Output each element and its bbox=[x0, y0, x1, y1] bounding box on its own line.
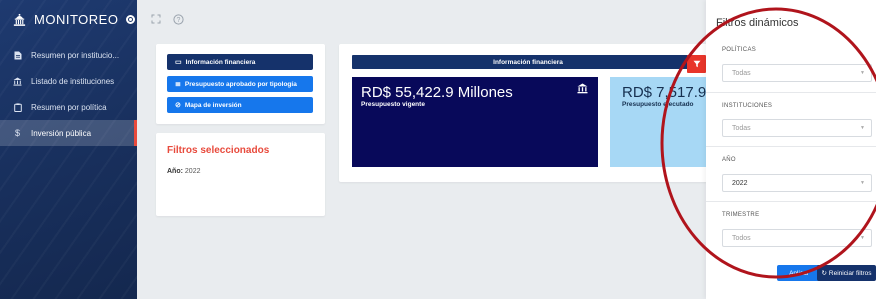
selected-filters-title: Filtros seleccionados bbox=[167, 145, 270, 156]
bank-icon bbox=[577, 83, 588, 97]
kpi-ejecutado-label: Presupuesto ejecutado bbox=[622, 101, 694, 108]
svg-text:?: ? bbox=[177, 17, 181, 24]
anio-value: 2022 bbox=[732, 179, 748, 187]
presupuesto-tipologia-label: Presupuesto aprobado por tipología bbox=[184, 80, 297, 88]
document-icon bbox=[13, 51, 22, 60]
divider bbox=[706, 92, 876, 93]
capitol-icon bbox=[13, 13, 26, 26]
selected-filter-year: Año: 2022 bbox=[167, 168, 200, 175]
instituciones-value: Todas bbox=[732, 124, 751, 132]
trimestre-value: Todos bbox=[732, 234, 751, 242]
clipboard-icon bbox=[13, 102, 22, 112]
reset-filters-button[interactable]: ↻ Reiniciar filtros bbox=[817, 265, 876, 281]
sidebar-item-label: Listado de instituciones bbox=[31, 76, 115, 86]
divider bbox=[706, 146, 876, 147]
mapa-inversion-label: Mapa de inversión bbox=[184, 101, 242, 109]
selected-filters-card: Filtros seleccionados Año: 2022 bbox=[156, 133, 325, 216]
sidebar-item-label: Resumen por institucio... bbox=[31, 50, 120, 60]
kpi-ejecutado-amount: RD$ 7,517.9 bbox=[622, 84, 707, 101]
refresh-icon: ↻ bbox=[821, 270, 827, 277]
list-icon: ≣ bbox=[175, 81, 181, 88]
trimestre-label: TRIMESTRE bbox=[722, 212, 760, 218]
kpi-vigente-label: Presupuesto vigente bbox=[361, 101, 425, 108]
year-label: Año: bbox=[167, 168, 183, 175]
map-pin-icon: ⊘ bbox=[175, 102, 181, 109]
help-icon[interactable]: ? bbox=[173, 14, 184, 25]
chevron-down-icon: ▼ bbox=[860, 180, 865, 186]
card-icon: ▭ bbox=[175, 59, 182, 66]
anio-label: AÑO bbox=[722, 157, 736, 163]
fullscreen-icon[interactable] bbox=[150, 14, 161, 25]
dynamic-filters-title: Filtros dinámicos bbox=[716, 17, 799, 29]
sidebar-item-inversion-publica[interactable]: $ Inversión pública bbox=[0, 120, 137, 146]
kpi-presupuesto-vigente: RD$ 55,422.9 Millones Presupuesto vigent… bbox=[352, 77, 598, 167]
year-value: 2022 bbox=[184, 168, 201, 175]
trimestre-select[interactable]: Todos ▼ bbox=[722, 229, 872, 247]
info-financiera-button[interactable]: ▭ Información financiera bbox=[167, 54, 313, 70]
financial-info-header: Información financiera bbox=[352, 55, 704, 69]
filter-icon[interactable] bbox=[687, 55, 706, 73]
dollar-icon: $ bbox=[14, 127, 20, 138]
sidebar-item-resumen-institucion[interactable]: Resumen por institucio... bbox=[0, 42, 137, 68]
kpi-vigente-amount: RD$ 55,422.9 Millones bbox=[361, 84, 513, 101]
divider bbox=[706, 201, 876, 202]
info-financiera-label: Información financiera bbox=[185, 58, 256, 66]
reset-filters-label: Reiniciar filtros bbox=[828, 269, 872, 277]
brand-title: MONITOREO bbox=[34, 11, 119, 27]
sidebar-item-label: Inversión pública bbox=[31, 128, 92, 138]
bank-icon bbox=[13, 77, 22, 86]
sidebar-item-resumen-politica[interactable]: Resumen por política bbox=[0, 94, 137, 120]
instituciones-select[interactable]: Todas ▼ bbox=[722, 119, 872, 137]
politicas-label: POLÍTICAS bbox=[722, 47, 757, 53]
presupuesto-tipologia-button[interactable]: ≣ Presupuesto aprobado por tipología bbox=[167, 76, 313, 92]
sidebar-toggle-icon[interactable] bbox=[126, 14, 136, 24]
financial-info-card: Información financiera RD$ 55,422.9 Mill… bbox=[339, 44, 730, 182]
mapa-inversion-button[interactable]: ⊘ Mapa de inversión bbox=[167, 97, 313, 113]
chevron-down-icon: ▼ bbox=[860, 70, 865, 76]
chevron-down-icon: ▼ bbox=[860, 235, 865, 241]
dynamic-filters-panel: Filtros dinámicos POLÍTICAS Todas ▼ INST… bbox=[706, 0, 876, 299]
brand[interactable]: MONITOREO bbox=[0, 0, 137, 38]
sidebar-item-listado-instituciones[interactable]: Listado de instituciones bbox=[0, 68, 137, 94]
sidebar-item-label: Resumen por política bbox=[31, 102, 107, 112]
anio-select[interactable]: 2022 ▼ bbox=[722, 174, 872, 192]
sidebar: MONITOREO Resumen por institucio... List… bbox=[0, 0, 137, 299]
chevron-down-icon: ▼ bbox=[860, 125, 865, 131]
politicas-value: Todas bbox=[732, 69, 751, 77]
instituciones-label: INSTITUCIONES bbox=[722, 103, 773, 109]
actions-card: ▭ Información financiera ≣ Presupuesto a… bbox=[156, 44, 325, 124]
politicas-select[interactable]: Todas ▼ bbox=[722, 64, 872, 82]
apply-filters-button[interactable]: Aplicar bbox=[777, 265, 821, 281]
